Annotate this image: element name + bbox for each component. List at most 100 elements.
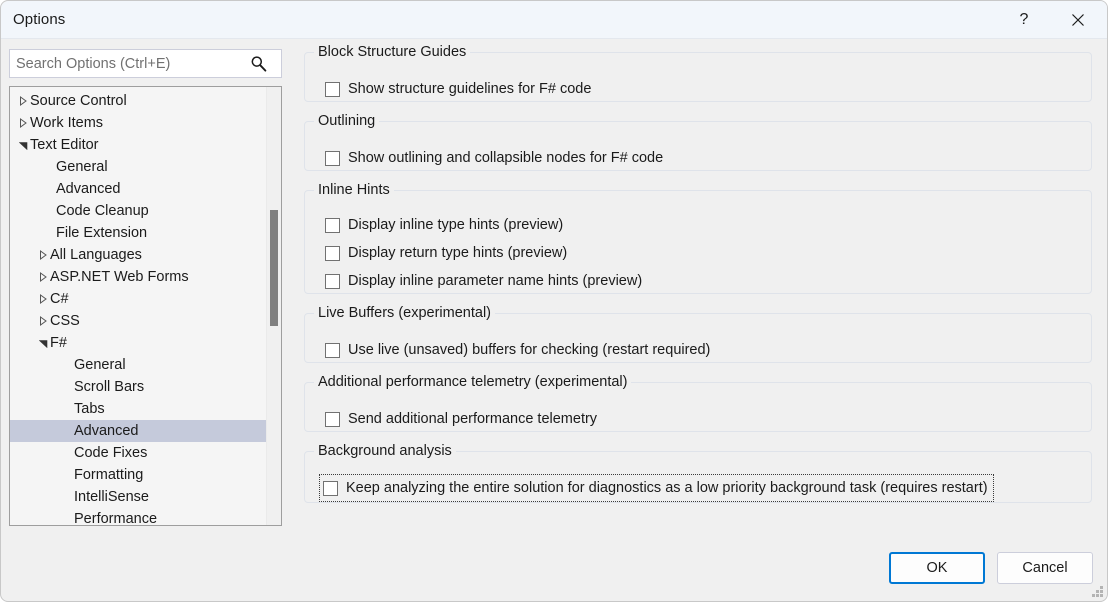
title-bar: Options ? [1, 1, 1107, 39]
tree-item[interactable]: Performance [10, 508, 266, 525]
ok-button[interactable]: OK [889, 552, 985, 584]
tree-item-label: General [74, 357, 126, 373]
chevron-right-icon[interactable] [36, 310, 50, 332]
tree-item-label: Advanced [74, 423, 139, 439]
tree-scrollbar[interactable] [266, 87, 281, 525]
tree-scrollbar-thumb[interactable] [270, 210, 278, 326]
tree-item-label: CSS [50, 313, 80, 329]
tree-item-label: Advanced [56, 181, 121, 197]
tree-item-label: Tabs [74, 401, 105, 417]
checkbox[interactable] [325, 150, 340, 166]
tree-item[interactable]: Formatting [10, 464, 266, 486]
tree-item-label: Text Editor [30, 137, 99, 153]
chevron-right-icon[interactable] [16, 90, 30, 112]
tree-item-label: F# [50, 335, 67, 351]
checkbox[interactable] [325, 411, 340, 427]
group-box-title: Block Structure Guides [314, 44, 471, 60]
resize-grip[interactable] [1091, 585, 1104, 598]
checkbox-row[interactable]: Display inline parameter name hints (pre… [325, 271, 642, 291]
checkbox-label: Use live (unsaved) buffers for checking … [348, 342, 711, 358]
grip-dot [1100, 590, 1103, 593]
tree-list: Source Control Work Items Text Editor Gener… [10, 87, 266, 525]
group-box: Block Structure Guides Show structure gui… [304, 44, 1092, 102]
checkbox[interactable] [325, 217, 340, 233]
close-icon [1072, 13, 1084, 26]
search-icon[interactable] [242, 50, 274, 77]
search-input[interactable] [10, 51, 242, 76]
tree-item[interactable]: Work Items [10, 112, 266, 134]
tree-item[interactable]: Tabs [10, 398, 266, 420]
grip-dot [1100, 586, 1103, 589]
tree-item-label: IntelliSense [74, 489, 149, 505]
group-box: Live Buffers (experimental) Use live (uns… [304, 305, 1092, 363]
checkbox-row[interactable]: Display inline type hints (preview) [325, 215, 563, 235]
tree-item[interactable]: File Extension [10, 222, 266, 244]
tree-item[interactable]: F# [10, 332, 266, 354]
checkbox[interactable] [325, 273, 340, 289]
question-mark-icon: ? [1019, 10, 1029, 28]
grip-dot [1092, 594, 1095, 597]
checkbox[interactable] [323, 480, 338, 496]
tree-item-label: Scroll Bars [74, 379, 145, 395]
window-title: Options [13, 11, 66, 28]
checkbox-label: Show structure guidelines for F# code [348, 81, 592, 97]
checkbox-row[interactable]: Use live (unsaved) buffers for checking … [325, 340, 710, 360]
checkbox-row[interactable]: Show outlining and collapsible nodes for… [325, 148, 663, 168]
tree-item[interactable]: IntelliSense [10, 486, 266, 508]
tree-item[interactable]: All Languages [10, 244, 266, 266]
tree-item-label: Source Control [30, 93, 127, 109]
checkbox[interactable] [325, 81, 340, 97]
options-dialog: Options ? Source Control Work Items Text E… [0, 0, 1108, 602]
close-button[interactable] [1055, 1, 1101, 38]
tree-item[interactable]: Code Cleanup [10, 200, 266, 222]
checkbox-row[interactable]: Display return type hints (preview) [325, 243, 567, 263]
grip-dot [1096, 594, 1099, 597]
tree-item-label: Performance [74, 511, 158, 525]
chevron-right-icon[interactable] [16, 112, 30, 134]
tree-item-label: File Extension [56, 225, 148, 241]
tree-item[interactable]: General [10, 156, 266, 178]
tree-item[interactable]: Source Control [10, 90, 266, 112]
help-button[interactable]: ? [1001, 1, 1047, 38]
grip-dot [1100, 594, 1103, 597]
checkbox-label: Show outlining and collapsible nodes for… [348, 150, 664, 166]
tree-item-label: Code Cleanup [56, 203, 149, 219]
options-content-panel: Block Structure Guides Show structure gui… [304, 44, 1096, 514]
chevron-right-icon[interactable] [36, 244, 50, 266]
chevron-right-icon[interactable] [36, 266, 50, 288]
chevron-right-icon[interactable] [36, 288, 50, 310]
group-box-title: Live Buffers (experimental) [314, 305, 496, 321]
group-box-title: Inline Hints [314, 182, 394, 198]
tree-item-label: Work Items [30, 115, 104, 131]
checkbox-label: Keep analyzing the entire solution for d… [346, 480, 988, 496]
search-box[interactable] [9, 49, 282, 78]
tree-item[interactable]: Code Fixes [10, 442, 266, 464]
tree-item[interactable]: C# [10, 288, 266, 310]
group-box: Background analysis Keep analyzing the en… [304, 443, 1092, 503]
checkbox-label: Display inline type hints (preview) [348, 217, 564, 233]
checkbox[interactable] [325, 342, 340, 358]
chevron-down-icon[interactable] [16, 134, 30, 156]
checkbox-row[interactable]: Show structure guidelines for F# code [325, 79, 591, 99]
options-tree: Source Control Work Items Text Editor Gener… [9, 86, 282, 526]
checkbox[interactable] [325, 245, 340, 261]
group-box: Outlining Show outlining and collapsible … [304, 113, 1092, 171]
tree-item-label: C# [50, 291, 69, 307]
checkbox-row[interactable]: Send additional performance telemetry [325, 409, 597, 429]
tree-item[interactable]: Advanced [10, 420, 266, 442]
tree-item[interactable]: CSS [10, 310, 266, 332]
tree-item[interactable]: ASP.NET Web Forms [10, 266, 266, 288]
tree-item[interactable]: General [10, 354, 266, 376]
checkbox-row[interactable]: Keep analyzing the entire solution for d… [319, 474, 994, 502]
tree-item[interactable]: Advanced [10, 178, 266, 200]
chevron-down-icon[interactable] [36, 332, 50, 354]
group-box-title: Outlining [314, 113, 380, 129]
cancel-button[interactable]: Cancel [997, 552, 1093, 584]
tree-item[interactable]: Scroll Bars [10, 376, 266, 398]
tree-item[interactable]: Text Editor [10, 134, 266, 156]
tree-item-label: Code Fixes [74, 445, 148, 461]
checkbox-label: Send additional performance telemetry [348, 411, 598, 427]
checkbox-label: Display return type hints (preview) [348, 245, 568, 261]
tree-item-label: Formatting [74, 467, 144, 483]
tree-item-label: All Languages [50, 247, 142, 263]
